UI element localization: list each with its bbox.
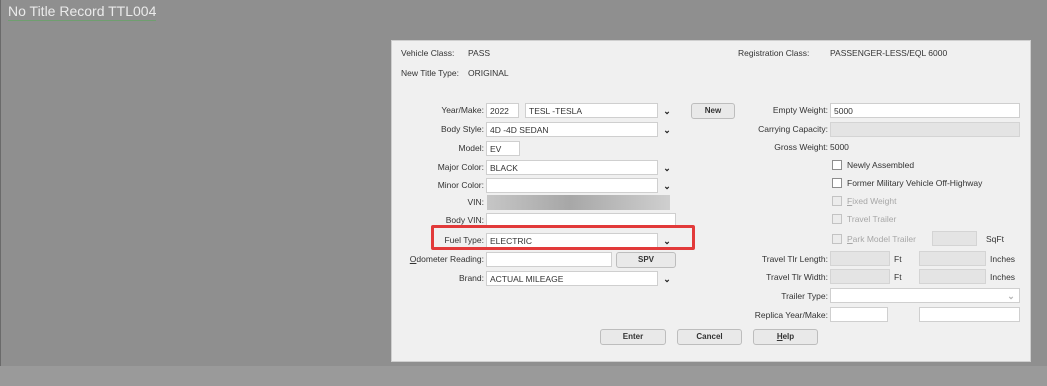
- sqft-unit-label: SqFt: [986, 234, 1004, 244]
- body-style-label: Body Style:: [441, 124, 484, 134]
- body-style-chevron-down-icon[interactable]: ⌄: [661, 124, 673, 136]
- minor-color-chevron-down-icon[interactable]: ⌄: [661, 180, 673, 192]
- length-inches-unit-label: Inches: [990, 254, 1016, 264]
- empty-weight-input[interactable]: 5000: [830, 103, 1020, 118]
- replica-year-input[interactable]: [830, 307, 888, 322]
- length-ft-unit-label: Ft: [894, 254, 902, 264]
- gross-weight-value: 5000: [830, 142, 849, 152]
- park-model-sqft-input[interactable]: [932, 231, 977, 246]
- body-style-select[interactable]: 4D -4D SEDAN: [486, 122, 658, 137]
- help-button[interactable]: Help: [753, 329, 818, 345]
- body-vin-label: Body VIN:: [445, 215, 484, 225]
- travel-tlr-width-inches-input[interactable]: [919, 269, 986, 284]
- replica-make-input[interactable]: [919, 307, 1020, 322]
- enter-button[interactable]: Enter: [600, 329, 666, 345]
- fixed-weight-label: Fixed Weight: [847, 196, 897, 206]
- major-color-chevron-down-icon[interactable]: ⌄: [661, 162, 673, 174]
- registration-class-label: Registration Class:: [738, 48, 810, 58]
- carrying-capacity-input[interactable]: [830, 122, 1020, 137]
- newly-assembled-label: Newly Assembled: [847, 160, 915, 170]
- travel-tlr-width-ft-input[interactable]: [830, 269, 890, 284]
- new-make-button[interactable]: New: [691, 103, 735, 119]
- empty-weight-label: Empty Weight:: [772, 105, 828, 115]
- vehicle-class-value: PASS: [468, 48, 491, 58]
- major-color-label: Major Color:: [437, 162, 484, 172]
- width-ft-unit-label: Ft: [894, 272, 902, 282]
- registration-class-value: PASSENGER-LESS/EQL 6000: [830, 48, 948, 58]
- travel-trailer-label: Travel Trailer: [847, 214, 897, 224]
- gross-weight-label: Gross Weight:: [774, 142, 828, 152]
- park-model-trailer-checkbox[interactable]: [832, 234, 842, 244]
- fixed-weight-checkbox[interactable]: [832, 196, 842, 206]
- minor-color-select[interactable]: [486, 178, 658, 193]
- left-edge: [0, 0, 1, 386]
- trailer-type-label: Trailer Type:: [781, 291, 828, 301]
- minor-color-label: Minor Color:: [437, 180, 484, 190]
- park-model-trailer-label: Park Model Trailer: [847, 234, 916, 244]
- carrying-capacity-label: Carrying Capacity:: [758, 124, 828, 134]
- vehicle-class-label: Vehicle Class:: [401, 48, 455, 58]
- travel-tlr-length-label: Travel Tlr Length:: [761, 254, 828, 264]
- year-input[interactable]: 2022: [486, 103, 519, 118]
- vin-input-redacted[interactable]: [487, 195, 670, 210]
- page-title: No Title Record TTL004: [8, 3, 157, 21]
- year-make-label: Year/Make:: [441, 105, 484, 115]
- odometer-reading-input[interactable]: [486, 252, 612, 267]
- former-military-checkbox[interactable]: [832, 178, 842, 188]
- make-chevron-down-icon[interactable]: ⌄: [661, 105, 673, 117]
- fuel-type-highlight-box: [431, 225, 695, 250]
- travel-trailer-checkbox[interactable]: [832, 214, 842, 224]
- odometer-reading-label: Odometer Reading:: [409, 254, 484, 264]
- trailer-type-select[interactable]: [830, 288, 1020, 303]
- new-title-type-label: New Title Type:: [401, 68, 459, 78]
- spv-button[interactable]: SPV: [616, 252, 676, 268]
- new-title-type-value: ORIGINAL: [468, 68, 509, 78]
- trailer-type-chevron-down-icon[interactable]: ⌄: [1005, 290, 1017, 302]
- major-color-select[interactable]: BLACK: [486, 160, 658, 175]
- former-military-label: Former Military Vehicle Off-Highway: [847, 178, 983, 188]
- replica-year-make-label: Replica Year/Make:: [754, 310, 828, 320]
- brand-label: Brand:: [458, 273, 484, 283]
- brand-select[interactable]: ACTUAL MILEAGE: [486, 271, 658, 286]
- model-label: Model:: [458, 143, 484, 153]
- width-inches-unit-label: Inches: [990, 272, 1016, 282]
- cancel-button[interactable]: Cancel: [677, 329, 742, 345]
- travel-tlr-length-inches-input[interactable]: [919, 251, 986, 266]
- brand-chevron-down-icon[interactable]: ⌄: [661, 273, 673, 285]
- newly-assembled-checkbox[interactable]: [832, 160, 842, 170]
- status-bar: [0, 366, 1047, 386]
- travel-tlr-width-label: Travel Tlr Width:: [766, 272, 828, 282]
- model-input[interactable]: EV: [486, 141, 520, 156]
- make-select[interactable]: TESL -TESLA: [525, 103, 658, 118]
- travel-tlr-length-ft-input[interactable]: [830, 251, 890, 266]
- vin-label: VIN:: [467, 197, 484, 207]
